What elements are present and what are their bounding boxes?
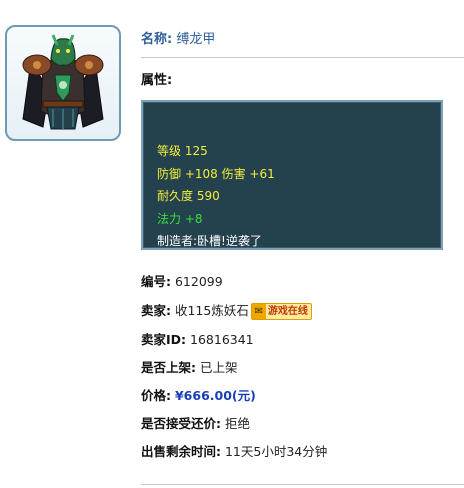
stat-level: 等级 125: [157, 144, 208, 158]
bottom-divider: [141, 484, 464, 485]
time-left-label: 出售剩余时间:: [141, 444, 221, 459]
stat-defense-damage: 防御 +108 伤害 +61: [157, 166, 275, 181]
serial-row: 编号: 612099: [141, 271, 223, 290]
serial-value: 612099: [174, 274, 223, 289]
counter-offer-label: 是否接受还价:: [141, 416, 221, 431]
price-row: 价格: ¥666.00(元): [141, 385, 256, 404]
item-thumbnail: [5, 25, 121, 141]
stat-mana: 法力 +8: [157, 211, 203, 226]
listed-row: 是否上架: 已上架: [141, 357, 238, 376]
price-label: 价格:: [141, 388, 171, 403]
seller-row: 卖家: 收115炼妖石 ✉ 游戏在线: [141, 300, 312, 320]
online-status-badge[interactable]: ✉ 游戏在线: [250, 303, 312, 320]
time-left-row: 出售剩余时间: 11天5小时34分钟: [141, 441, 327, 460]
armor-item-icon: [22, 34, 104, 130]
counter-offer-value: 拒绝: [224, 416, 250, 431]
item-name-label: 名称:: [141, 32, 173, 47]
seller-id-row: 卖家ID: 16816341: [141, 329, 254, 348]
stat-durability: 耐久度 590: [157, 189, 220, 203]
game-online-icon: ✉: [251, 304, 266, 319]
time-left-value: 11天5小时34分钟: [224, 444, 328, 459]
attributes-label: 属性:: [141, 73, 173, 88]
seller-id-value: 16816341: [190, 332, 254, 347]
price-value: ¥666.00(元): [174, 388, 256, 403]
counter-offer-row: 是否接受还价: 拒绝: [141, 413, 250, 432]
listed-label: 是否上架:: [141, 360, 196, 375]
item-name: 缚龙甲: [176, 32, 216, 47]
serial-label: 编号:: [141, 274, 171, 289]
seller-label: 卖家:: [141, 303, 171, 318]
listed-value: 已上架: [199, 360, 238, 375]
header-divider: [141, 57, 464, 58]
stat-maker: 制造者:卧槽!逆袭了: [157, 234, 262, 248]
online-status-text: 游戏在线: [267, 306, 308, 317]
seller-name[interactable]: 收115炼妖石: [175, 303, 249, 318]
seller-id-label: 卖家ID:: [141, 332, 187, 347]
item-stats-panel: 等级 125 防御 +108 伤害 +61 耐久度 590 法力 +8 制造者:…: [141, 100, 443, 250]
item-name-row: 名称: 缚龙甲: [141, 28, 215, 47]
